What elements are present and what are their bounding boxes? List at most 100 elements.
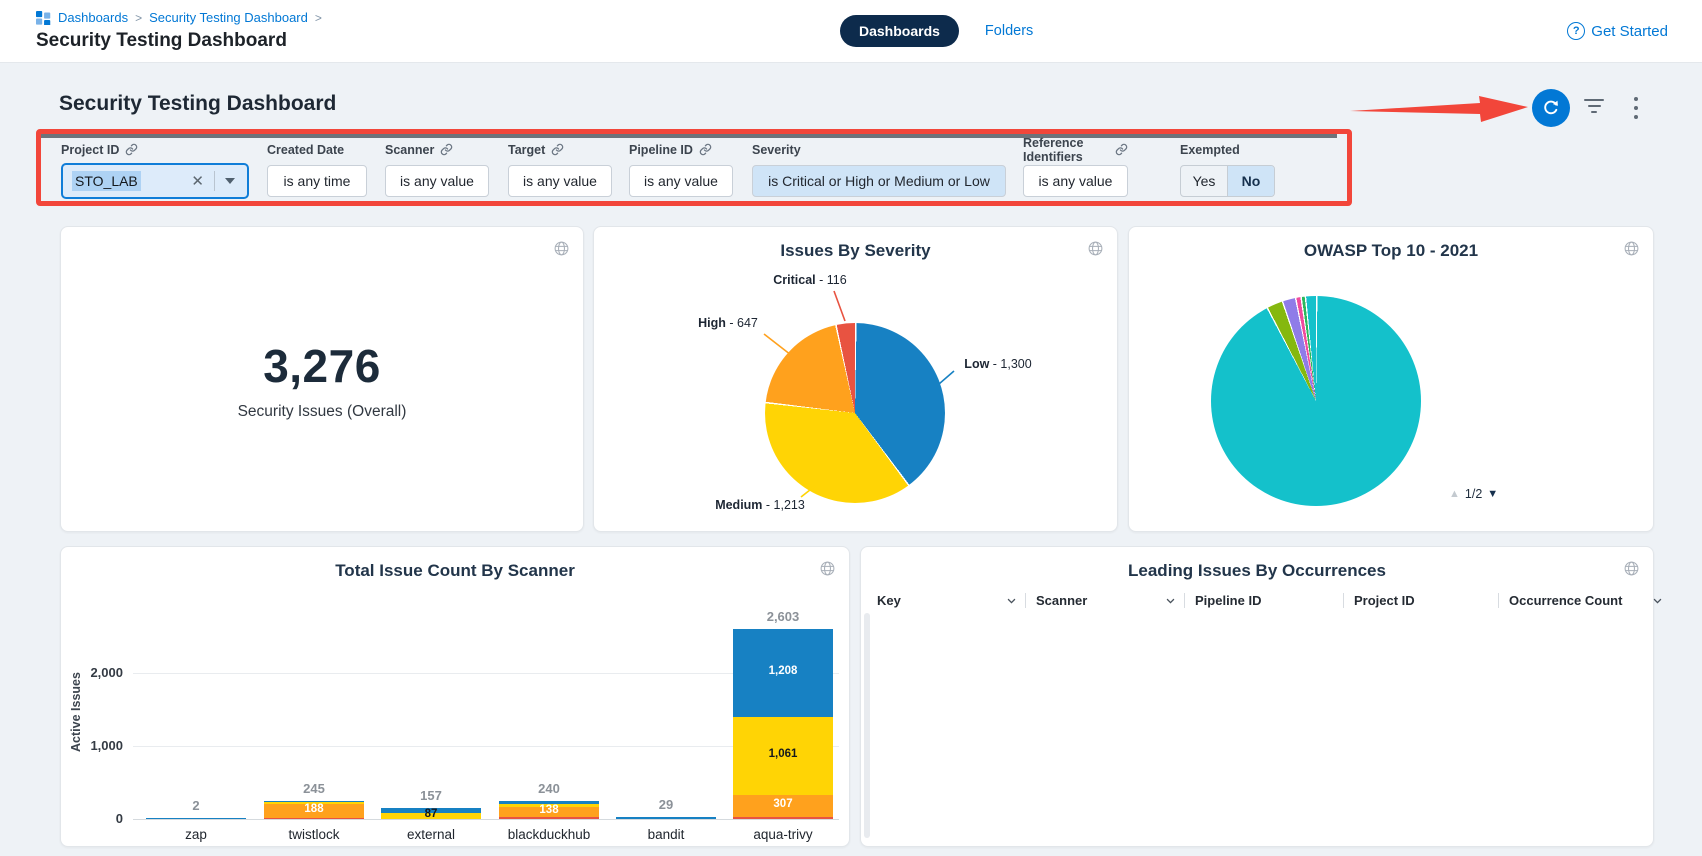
bar-segment-blackduckhub[interactable] <box>499 817 599 819</box>
breadcrumb-link-dashboards[interactable]: Dashboards <box>58 10 128 25</box>
y-tick-label: 2,000 <box>75 665 123 680</box>
breadcrumb: Dashboards > Security Testing Dashboard … <box>36 10 322 25</box>
overall-count-label: Security Issues (Overall) <box>61 403 583 421</box>
bar-segment-aqua-trivy[interactable] <box>733 817 833 819</box>
y-tick-label: 1,000 <box>75 738 123 753</box>
table-title: Leading Issues By Occurrences <box>861 561 1653 581</box>
filter-reference-identifiers: Reference Identifiers is any value <box>1023 142 1128 197</box>
more-options-menu[interactable] <box>1628 97 1644 119</box>
filter-pipeline-id: Pipeline ID is any value <box>629 142 733 197</box>
severity-pie-chart[interactable] <box>765 323 945 503</box>
filter-label-text: Pipeline ID <box>629 143 693 157</box>
table-scrollbar[interactable] <box>864 613 870 838</box>
link-icon <box>125 143 138 156</box>
toggle-option-no[interactable]: No <box>1227 166 1274 196</box>
get-started-label: Get Started <box>1591 23 1668 40</box>
chevron-down-icon <box>1652 595 1663 606</box>
refresh-button[interactable] <box>1532 89 1570 127</box>
filter-label-text: Project ID <box>61 143 119 157</box>
owasp-pie-chart[interactable] <box>1211 296 1421 506</box>
bar-total-value: 157 <box>381 788 481 803</box>
bar-total-value: 2 <box>146 798 246 813</box>
filter-label-text: Severity <box>752 143 801 157</box>
breadcrumb-separator: > <box>315 11 322 25</box>
filter-label-reference-identifiers: Reference Identifiers <box>1023 142 1128 157</box>
filter-project-id: Project ID STO_LAB ✕ <box>61 142 249 199</box>
filter-value-exempted-toggle: YesNo <box>1180 165 1275 197</box>
dashboard-title: Security Testing Dashboard <box>59 92 336 116</box>
filter-exempted: Exempted YesNo <box>1180 142 1275 197</box>
filter-created-date: Created Date is any time <box>267 142 367 197</box>
page-down-icon[interactable]: ▼ <box>1487 488 1498 500</box>
dashboard-filters-icon[interactable] <box>1584 99 1604 117</box>
leader-line-critical <box>834 291 845 321</box>
filter-input-value: STO_LAB <box>72 171 141 191</box>
column-header-label: Occurrence Count <box>1509 593 1622 608</box>
divider <box>214 171 215 191</box>
filter-value-target[interactable]: is any value <box>508 165 612 197</box>
globe-icon <box>553 240 570 262</box>
column-header-project-id[interactable]: Project ID <box>1354 593 1498 608</box>
filter-value-pipeline-id[interactable]: is any value <box>629 165 733 197</box>
page-title: Security Testing Dashboard <box>36 30 287 52</box>
page-indicator: 1/2 <box>1465 487 1482 501</box>
bar-segment-bandit[interactable] <box>616 817 716 819</box>
tab-folders[interactable]: Folders <box>985 23 1033 39</box>
x-category-label: blackduckhub <box>489 827 609 842</box>
overall-count-value: 3,276 <box>61 339 583 393</box>
tile-security-issues-overall: 3,276 Security Issues (Overall) <box>60 226 584 532</box>
filter-value-project-id-combobox[interactable]: STO_LAB ✕ <box>61 163 249 199</box>
filter-label-text: Exempted <box>1180 143 1240 157</box>
column-header-pipeline-id[interactable]: Pipeline ID <box>1195 593 1343 608</box>
pie-label-critical: Critical - 116 <box>773 273 846 287</box>
bar-plot-area: 01,0002,0002zap188245twistlock87157exter… <box>61 547 849 846</box>
chart-title-owasp: OWASP Top 10 - 2021 <box>1129 241 1653 261</box>
leader-line-high <box>764 334 791 355</box>
leader-line-low <box>939 371 954 384</box>
breadcrumb-separator: > <box>135 11 142 25</box>
y-tick-label: 0 <box>75 811 123 826</box>
filter-value-scanner[interactable]: is any value <box>385 165 489 197</box>
column-header-key[interactable]: Key <box>877 593 1025 608</box>
column-divider <box>1343 593 1344 608</box>
link-icon <box>699 143 712 156</box>
bar-total-value: 2,603 <box>733 609 833 624</box>
table-header-row: Key Scanner Pipeline ID Project ID Occurrenc… <box>877 589 1671 611</box>
filter-label-text: Scanner <box>385 143 434 157</box>
breadcrumb-link-current[interactable]: Security Testing Dashboard <box>149 10 308 25</box>
filter-label-text: Reference Identifiers <box>1023 136 1109 164</box>
chart-title-issues-by-severity: Issues By Severity <box>594 241 1117 261</box>
filter-value-created-date[interactable]: is any time <box>267 165 367 197</box>
view-tabs: Dashboards Folders <box>840 15 1033 47</box>
column-header-scanner[interactable]: Scanner <box>1036 593 1184 608</box>
x-category-label: aqua-trivy <box>723 827 843 842</box>
get-started-link[interactable]: ? Get Started <box>1567 22 1668 40</box>
x-category-label: zap <box>136 827 256 842</box>
pie-label-low: Low - 1,300 <box>964 357 1031 371</box>
column-header-occurrence-count[interactable]: Occurrence Count <box>1509 593 1671 608</box>
filter-value-reference-identifiers[interactable]: is any value <box>1023 165 1128 197</box>
bar-total-value: 240 <box>499 781 599 796</box>
chevron-down-icon <box>1165 595 1176 606</box>
filter-label-created-date: Created Date <box>267 142 367 157</box>
toggle-option-yes[interactable]: Yes <box>1181 166 1227 196</box>
clear-icon[interactable]: ✕ <box>185 172 210 190</box>
filter-severity: Severity is Critical or High or Medium or… <box>752 142 1006 197</box>
tile-issues-by-severity: Issues By Severity Critical - 116High - … <box>593 226 1118 532</box>
bar-segment-value: 188 <box>264 803 364 815</box>
bar-segment-value: 307 <box>733 798 833 810</box>
column-header-label: Scanner <box>1036 593 1087 608</box>
annotation-box-shadow <box>41 134 1337 138</box>
bar-segment-value: 138 <box>499 804 599 816</box>
filter-label-exempted: Exempted <box>1180 142 1275 157</box>
bar-total-value: 29 <box>616 797 716 812</box>
page-up-icon: ▲ <box>1449 488 1460 500</box>
bar-segment-zap[interactable] <box>146 818 246 819</box>
pie-pagination: ▲ 1/2 ▼ <box>1449 487 1498 501</box>
filter-value-severity[interactable]: is Critical or High or Medium or Low <box>752 165 1006 197</box>
column-header-label: Key <box>877 593 901 608</box>
tab-dashboards[interactable]: Dashboards <box>840 15 959 47</box>
dropdown-caret-icon[interactable] <box>225 178 235 184</box>
bar-segment-twistlock[interactable] <box>264 818 364 819</box>
filter-label-text: Created Date <box>267 143 344 157</box>
